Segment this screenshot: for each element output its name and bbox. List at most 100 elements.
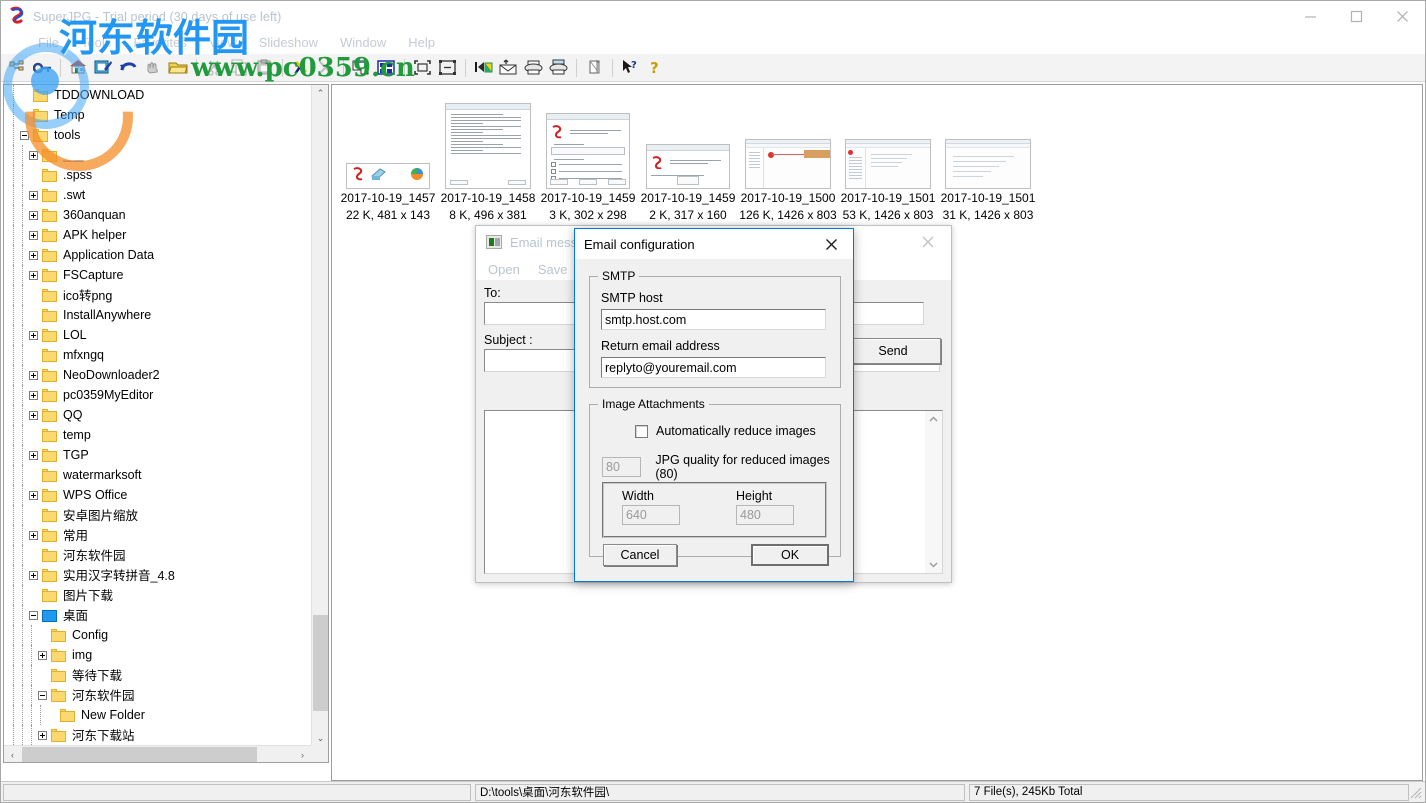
expand-node-icon[interactable] — [29, 410, 38, 420]
tree-node[interactable]: .spss — [4, 165, 311, 185]
tree-node[interactable]: InstallAnywhere — [4, 305, 311, 325]
height-input[interactable]: 480 — [736, 505, 794, 525]
email-window-close-button[interactable] — [905, 226, 951, 258]
config-dialog-close-button[interactable] — [811, 229, 851, 259]
new-window-icon[interactable] — [349, 56, 374, 80]
context-help-icon[interactable]: ? — [618, 56, 643, 80]
menu-favorites[interactable]: Favorites — [122, 33, 197, 52]
tree-node[interactable]: ___ — [4, 145, 311, 165]
tree-node[interactable]: watermarksoft — [4, 465, 311, 485]
folder-tree[interactable]: TDDOWNLOAD Temp tools ___ .spss .swt 360anquan… — [4, 85, 311, 747]
email-body-scrollbar[interactable] — [925, 411, 942, 573]
print-icon[interactable] — [521, 56, 546, 80]
ok-button[interactable]: OK — [751, 544, 829, 566]
scroll-right-arrow[interactable]: › — [294, 746, 311, 762]
tree-view-icon[interactable] — [5, 56, 30, 80]
thumbnail-item[interactable]: 2017-10-19_1501 31 K, 1426 x 803 — [938, 89, 1038, 223]
tree-node[interactable]: 常用 — [4, 525, 311, 545]
tree-node[interactable]: .swt — [4, 185, 311, 205]
paste-icon[interactable] — [252, 56, 277, 80]
tree-node[interactable]: img — [4, 645, 311, 665]
expand-node-icon[interactable] — [29, 230, 38, 240]
expand-node-icon[interactable] — [29, 150, 38, 160]
thumbnail-image[interactable] — [341, 89, 435, 189]
tree-node[interactable]: 桌面 — [4, 605, 311, 625]
collapse-node-icon[interactable] — [29, 610, 38, 620]
open-folder-icon[interactable] — [166, 56, 191, 80]
expand-node-icon[interactable] — [29, 370, 38, 380]
tree-node[interactable]: FSCapture — [4, 265, 311, 285]
expand-node-icon[interactable] — [29, 450, 38, 460]
expand-node-icon[interactable] — [29, 330, 38, 340]
smtp-host-input[interactable]: smtp.host.com — [601, 309, 826, 330]
email-send-button[interactable]: Send — [845, 338, 941, 364]
return-email-input[interactable]: replyto@youremail.com — [601, 357, 826, 378]
tree-node[interactable]: WPS Office — [4, 485, 311, 505]
thumbnail-item[interactable]: 2017-10-19_1459 3 K, 302 x 298 — [538, 89, 638, 223]
about-help-icon[interactable]: ? — [643, 56, 668, 80]
expand-node-icon[interactable] — [38, 730, 47, 740]
email-body-scroll-down[interactable] — [925, 556, 942, 573]
expand-node-icon[interactable] — [29, 270, 38, 280]
minimize-button[interactable] — [1287, 1, 1333, 31]
undo-icon[interactable] — [116, 56, 141, 80]
tree-node[interactable]: TGP — [4, 445, 311, 465]
tree-node[interactable]: mfxngq — [4, 345, 311, 365]
email-menu-save[interactable]: Save — [538, 262, 568, 277]
thumbnail-image[interactable] — [441, 89, 535, 189]
thumbnail-item[interactable]: 2017-10-19_1500 126 K, 1426 x 803 — [738, 89, 838, 223]
thumbnail-item[interactable]: 2017-10-19_1459 2 K, 317 x 160 — [638, 89, 738, 223]
thumbnail-image[interactable] — [741, 89, 835, 189]
menu-tools[interactable]: Tools — [70, 33, 122, 52]
expand-node-icon[interactable] — [29, 190, 38, 200]
jpg-quality-input[interactable]: 80 — [602, 457, 642, 477]
tree-node[interactable]: NeoDownloader2 — [4, 365, 311, 385]
delete-x-icon[interactable]: X — [288, 56, 313, 80]
thumbnail-image[interactable] — [941, 89, 1035, 189]
thumbnail-image[interactable] — [541, 89, 635, 189]
auto-reduce-checkbox[interactable] — [635, 424, 648, 438]
home-folder-icon[interactable] — [66, 56, 91, 80]
edit-image-icon[interactable] — [91, 56, 116, 80]
tree-node[interactable]: Application Data — [4, 245, 311, 265]
tree-node[interactable]: APK helper — [4, 225, 311, 245]
scroll-left-arrow[interactable]: ‹ — [4, 746, 21, 762]
email-body-scroll-up[interactable] — [925, 411, 942, 428]
menu-window[interactable]: Window — [329, 33, 397, 52]
expand-node-icon[interactable] — [29, 390, 38, 400]
tree-node[interactable]: TDDOWNLOAD — [4, 85, 311, 105]
tree-node[interactable]: New Folder — [4, 705, 311, 725]
expand-node-icon[interactable] — [29, 210, 38, 220]
tree-node[interactable]: 河东下载站 — [4, 725, 311, 745]
collapse-node-icon[interactable] — [38, 690, 47, 700]
thumbnail-item[interactable]: 2017-10-19_1457 22 K, 481 x 143 — [338, 89, 438, 223]
slideshow-play-icon[interactable] — [471, 56, 496, 80]
close-button[interactable] — [1379, 1, 1425, 31]
expand-node-icon[interactable] — [29, 530, 38, 540]
tree-node[interactable]: tools — [4, 125, 311, 145]
expand-node-icon[interactable] — [38, 650, 47, 660]
tree-node[interactable]: Temp — [4, 105, 311, 125]
thumbnail-image[interactable] — [841, 89, 935, 189]
thumbnail-item[interactable]: 2017-10-19_1501 53 K, 1426 x 803 — [838, 89, 938, 223]
copy-icon[interactable] — [227, 56, 252, 80]
thumbnail-item[interactable]: 2017-10-19_1458 8 K, 496 x 381 — [438, 89, 538, 223]
tree-node[interactable]: 等待下载 — [4, 665, 311, 685]
tree-hscroll-thumb[interactable] — [22, 747, 257, 762]
tree-node[interactable]: 河东软件园 — [4, 545, 311, 565]
tree-node[interactable]: Config — [4, 625, 311, 645]
properties-icon[interactable] — [582, 56, 607, 80]
email-menu-open[interactable]: Open — [488, 262, 520, 277]
tree-vertical-scrollbar[interactable]: ⌃ ⌄ — [311, 85, 328, 747]
cancel-x-icon[interactable] — [313, 56, 338, 80]
width-input[interactable]: 640 — [622, 505, 680, 525]
tree-node[interactable]: 河东软件园 — [4, 685, 311, 705]
folder-tree-panel[interactable]: TDDOWNLOAD Temp tools ___ .spss .swt 360anquan… — [3, 84, 329, 763]
tree-node[interactable]: 图片下载 — [4, 585, 311, 605]
tree-node[interactable]: pc0359MyEditor — [4, 385, 311, 405]
collapse-node-icon[interactable] — [20, 130, 29, 140]
tree-node[interactable]: 360anquan — [4, 205, 311, 225]
cut-scissors-icon[interactable] — [202, 56, 227, 80]
scroll-up-arrow[interactable]: ⌃ — [312, 85, 328, 102]
menu-help[interactable]: Help — [397, 33, 446, 52]
